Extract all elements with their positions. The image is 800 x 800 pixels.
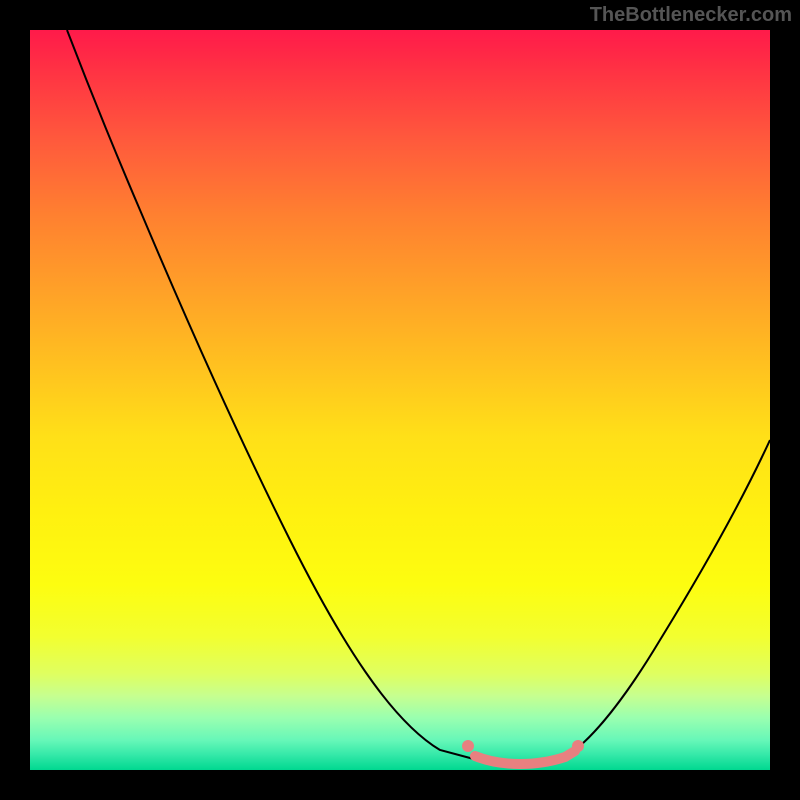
highlight-start-dot bbox=[462, 740, 474, 752]
curve-svg bbox=[30, 30, 770, 770]
highlight-range bbox=[475, 751, 575, 764]
bottleneck-curve bbox=[67, 30, 770, 765]
highlight-end-dot bbox=[572, 740, 584, 752]
chart-container: TheBottlenecker.com bbox=[0, 0, 800, 800]
watermark-text: TheBottlenecker.com bbox=[590, 4, 792, 27]
plot-area bbox=[30, 30, 770, 770]
